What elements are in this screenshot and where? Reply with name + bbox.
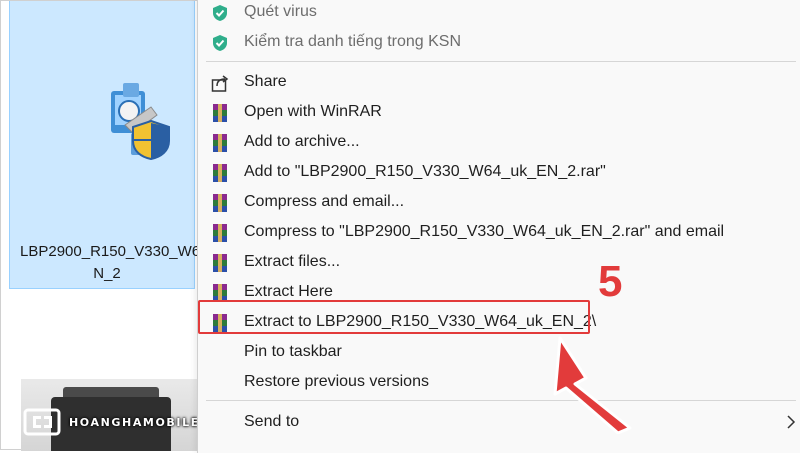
brand-logo-icon bbox=[23, 408, 61, 436]
menu-item-compress-and-email[interactable]: Compress and email... bbox=[198, 187, 798, 217]
menu-item-add-to-archive[interactable]: Add to archive... bbox=[198, 127, 798, 157]
menu-separator bbox=[206, 400, 796, 401]
menu-separator bbox=[206, 61, 796, 62]
winrar-icon bbox=[213, 134, 227, 152]
winrar-icon bbox=[213, 224, 227, 242]
menu-item-quet-virus[interactable]: Quét virus bbox=[198, 0, 798, 27]
menu-item-share[interactable]: Share bbox=[198, 67, 798, 97]
context-menu: Quét virus Kiểm tra danh tiếng trong KSN… bbox=[197, 0, 800, 453]
menu-item-kiem-tra-ksn[interactable]: Kiểm tra danh tiếng trong KSN bbox=[198, 27, 798, 57]
chevron-right-icon bbox=[787, 415, 796, 429]
winrar-sfx-installer-icon bbox=[111, 83, 170, 161]
menu-item-label: Send to bbox=[244, 413, 300, 430]
selected-file-tile[interactable]: LBP2900_R150_V330_W6 N_2 bbox=[9, 1, 200, 289]
menu-item-compress-to-rar-and-email[interactable]: Compress to "LBP2900_R150_V330_W64_uk_EN… bbox=[198, 217, 798, 247]
share-icon bbox=[211, 75, 229, 92]
file-name-label: LBP2900_R150_V330_W6 N_2 bbox=[20, 241, 220, 285]
winrar-icon bbox=[213, 254, 227, 272]
file-name-line2: N_2 bbox=[93, 265, 121, 282]
menu-item-extract-files[interactable]: Extract files... bbox=[198, 247, 798, 277]
file-name-line1: LBP2900_R150_V330_W6 bbox=[20, 243, 201, 260]
menu-item-label: Pin to taskbar bbox=[244, 343, 342, 360]
menu-item-label: Share bbox=[244, 73, 287, 90]
menu-item-label: Compress and email... bbox=[244, 193, 405, 210]
winrar-icon bbox=[213, 104, 227, 122]
pointer-arrow-icon bbox=[553, 336, 632, 434]
winrar-icon bbox=[213, 164, 227, 182]
menu-item-restore-previous-versions[interactable]: Restore previous versions bbox=[198, 367, 798, 397]
menu-item-label: Extract Here bbox=[244, 283, 333, 300]
menu-item-open-with-winrar[interactable]: Open with WinRAR bbox=[198, 97, 798, 127]
menu-item-label: Extract files... bbox=[244, 253, 341, 270]
winrar-icon bbox=[213, 194, 227, 212]
menu-item-pin-to-taskbar[interactable]: Pin to taskbar bbox=[198, 337, 798, 367]
menu-item-add-to-rar[interactable]: Add to "LBP2900_R150_V330_W64_uk_EN_2.ra… bbox=[198, 157, 798, 187]
menu-item-send-to[interactable]: Send to bbox=[198, 407, 798, 437]
screenshot-frame: LBP2900_R150_V330_W6 N_2 HOANGHAMOBILE.C… bbox=[0, 0, 800, 453]
shield-check-icon bbox=[213, 5, 227, 21]
menu-item-label: Compress to "LBP2900_R150_V330_W64_uk_EN… bbox=[244, 223, 725, 240]
step-number: 5 bbox=[598, 257, 623, 306]
highlight-box bbox=[198, 300, 590, 334]
menu-item-label: Add to archive... bbox=[244, 133, 360, 150]
menu-item-label: Open with WinRAR bbox=[244, 103, 382, 120]
menu-item-label: Add to "LBP2900_R150_V330_W64_uk_EN_2.ra… bbox=[244, 163, 606, 180]
menu-item-label: Quét virus bbox=[244, 3, 317, 20]
shield-check-icon bbox=[213, 35, 227, 51]
menu-item-label: Restore previous versions bbox=[244, 373, 429, 390]
menu-item-label: Kiểm tra danh tiếng trong KSN bbox=[244, 33, 462, 50]
